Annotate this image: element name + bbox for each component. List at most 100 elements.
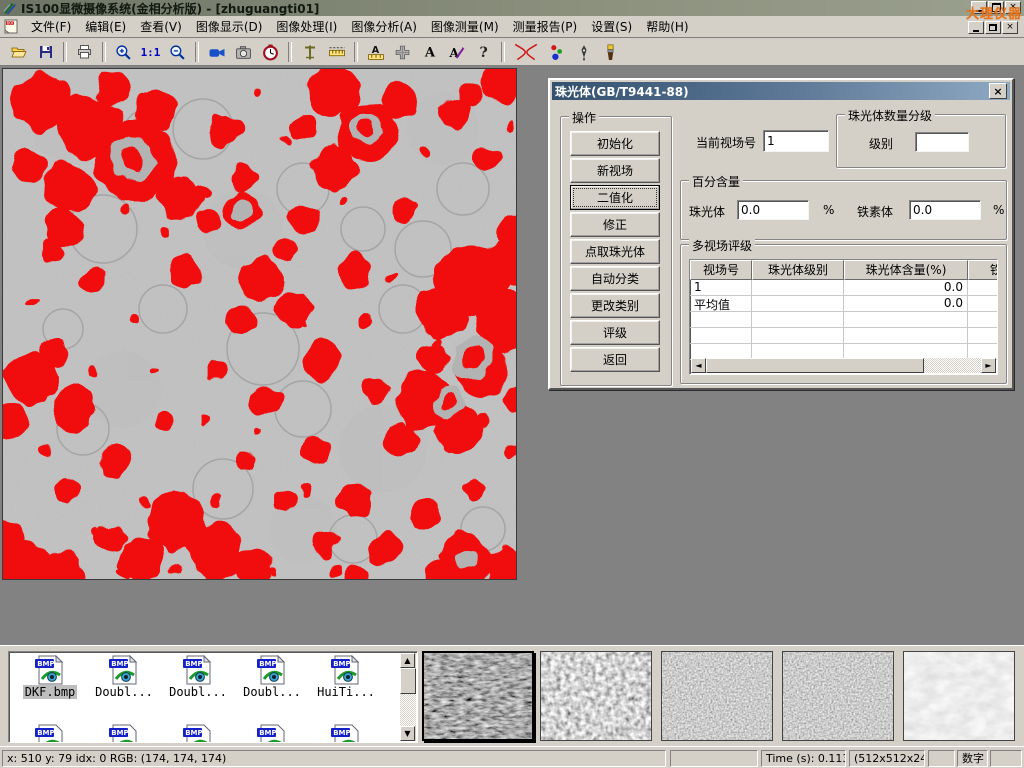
curve-tool-button[interactable] (509, 40, 543, 64)
ferrite-percent-input[interactable] (909, 200, 981, 220)
file-item[interactable]: BMP (309, 724, 383, 743)
init-button[interactable]: 初始化 (570, 131, 660, 156)
toolbar-separator (102, 42, 106, 62)
table-horizontal-scrollbar[interactable]: ◄ ► (691, 358, 996, 373)
actual-size-button[interactable]: 1:1 (137, 40, 164, 64)
current-field-input[interactable] (763, 130, 829, 152)
print-button[interactable] (71, 40, 98, 64)
table-row[interactable]: 1 0.0 (690, 280, 997, 296)
file-item[interactable]: BMP (13, 724, 87, 743)
menu-image-processing[interactable]: 图像处理(I) (269, 16, 344, 37)
dialog-title-bar[interactable]: 珠光体(GB/T9441-88) × (552, 82, 1010, 100)
scrollbar-track[interactable] (400, 694, 416, 726)
mdi-close-icon[interactable]: × (1002, 21, 1018, 34)
menu-settings[interactable]: 设置(S) (584, 16, 639, 37)
ruler-button[interactable] (323, 40, 350, 64)
file-item[interactable]: BMP HuiTi... (309, 655, 383, 699)
window-title: IS100显微摄像系统(金相分析版) - [zhuguangti01] (21, 0, 319, 17)
return-button[interactable]: 返回 (570, 347, 660, 372)
mdi-minimize-icon[interactable] (968, 21, 984, 34)
file-item[interactable]: BMP Doubl... (235, 655, 309, 699)
file-browser[interactable]: BMP DKF.bmp BMP Doubl... BMP (8, 651, 418, 743)
file-name[interactable]: DKF.bmp (23, 685, 78, 699)
close-icon[interactable]: × (1005, 1, 1021, 14)
dialog-close-icon[interactable]: × (989, 83, 1007, 99)
scroll-right-icon[interactable]: ► (981, 358, 996, 373)
table-row[interactable] (690, 328, 997, 344)
operation-group-label: 操作 (569, 109, 599, 126)
menu-measure-report[interactable]: 测量报告(P) (506, 16, 585, 37)
file-item[interactable]: BMP DKF.bmp (13, 655, 87, 699)
classify-dots-button[interactable] (543, 40, 570, 64)
file-browser-scrollbar[interactable]: ▲ ▼ (400, 653, 416, 741)
annotate-button[interactable]: A (443, 40, 470, 64)
grid-tool-button[interactable] (389, 40, 416, 64)
bmp-file-icon: BMP (181, 655, 215, 685)
scrollbar-track[interactable] (924, 358, 981, 373)
thumbnail-1[interactable] (422, 651, 534, 741)
measure-label-button[interactable]: A (362, 40, 389, 64)
caliper-measure-button[interactable] (296, 40, 323, 64)
help-button[interactable]: ? (470, 40, 497, 64)
new-field-button[interactable]: 新视场 (570, 158, 660, 183)
scrollbar-thumb[interactable] (400, 668, 416, 694)
level-input[interactable] (915, 132, 969, 152)
minimize-icon[interactable] (971, 1, 987, 14)
binarize-button[interactable]: 二值化 (570, 185, 660, 210)
brush-tool-button[interactable] (597, 40, 624, 64)
pen-tool-button[interactable] (570, 40, 597, 64)
status-cursor-position: x: 510 y: 79 idx: 0 RGB: (174, 174, 174) (2, 750, 666, 767)
thumbnail-4[interactable] (782, 651, 894, 741)
bmp-file-icon: BMP (329, 724, 363, 743)
svg-text:BMP: BMP (37, 660, 54, 668)
menu-help[interactable]: 帮助(H) (639, 16, 695, 37)
svg-text:DOC: DOC (7, 21, 15, 26)
file-item[interactable]: BMP Doubl... (87, 655, 161, 699)
save-button[interactable] (32, 40, 59, 64)
menu-file[interactable]: 文件(F) (24, 16, 78, 37)
file-name[interactable]: HuiTi... (315, 685, 377, 699)
pearlite-percent-sign: % (823, 203, 834, 217)
menu-image-analysis[interactable]: 图像分析(A) (344, 16, 424, 37)
pick-pearlite-button[interactable]: 点取珠光体 (570, 239, 660, 264)
open-button[interactable] (5, 40, 32, 64)
menu-edit[interactable]: 编辑(E) (78, 16, 133, 37)
mdi-restore-icon[interactable] (985, 21, 1001, 34)
menu-image-display[interactable]: 图像显示(D) (189, 16, 270, 37)
file-item[interactable]: BMP Doubl... (161, 655, 235, 699)
scroll-left-icon[interactable]: ◄ (691, 358, 706, 373)
pearlite-percent-input[interactable] (737, 200, 809, 220)
scroll-down-icon[interactable]: ▼ (400, 726, 415, 741)
cell (752, 312, 844, 328)
table-row[interactable] (690, 312, 997, 328)
auto-classify-button[interactable]: 自动分类 (570, 266, 660, 291)
file-name[interactable]: Doubl... (93, 685, 155, 699)
status-empty-panel (928, 750, 955, 767)
thumbnail-2[interactable] (540, 651, 652, 741)
cell (968, 312, 998, 328)
scrollbar-thumb[interactable] (706, 358, 924, 373)
menu-view[interactable]: 查看(V) (133, 16, 189, 37)
thumbnail-3[interactable] (661, 651, 773, 741)
video-capture-button[interactable] (203, 40, 230, 64)
rating-table[interactable]: 视场号 珠光体级别 珠光体含量(%) 铁素体 1 0.0 平均值 (689, 259, 998, 375)
maximize-icon[interactable] (988, 1, 1004, 14)
file-item[interactable]: BMP (161, 724, 235, 743)
grade-button[interactable]: 评级 (570, 320, 660, 345)
file-item[interactable]: BMP (87, 724, 161, 743)
text-tool-button[interactable]: A (416, 40, 443, 64)
thumbnail-5[interactable] (903, 651, 1015, 741)
file-name[interactable]: Doubl... (167, 685, 229, 699)
zoom-in-button[interactable] (110, 40, 137, 64)
change-class-button[interactable]: 更改类别 (570, 293, 660, 318)
file-name[interactable]: Doubl... (241, 685, 303, 699)
micrograph-image[interactable] (2, 68, 517, 580)
correct-button[interactable]: 修正 (570, 212, 660, 237)
table-row[interactable]: 平均值 0.0 (690, 296, 997, 312)
timer-button[interactable] (257, 40, 284, 64)
zoom-out-button[interactable] (164, 40, 191, 64)
menu-image-measure[interactable]: 图像测量(M) (424, 16, 506, 37)
file-item[interactable]: BMP (235, 724, 309, 743)
snapshot-button[interactable] (230, 40, 257, 64)
scroll-up-icon[interactable]: ▲ (400, 653, 415, 668)
